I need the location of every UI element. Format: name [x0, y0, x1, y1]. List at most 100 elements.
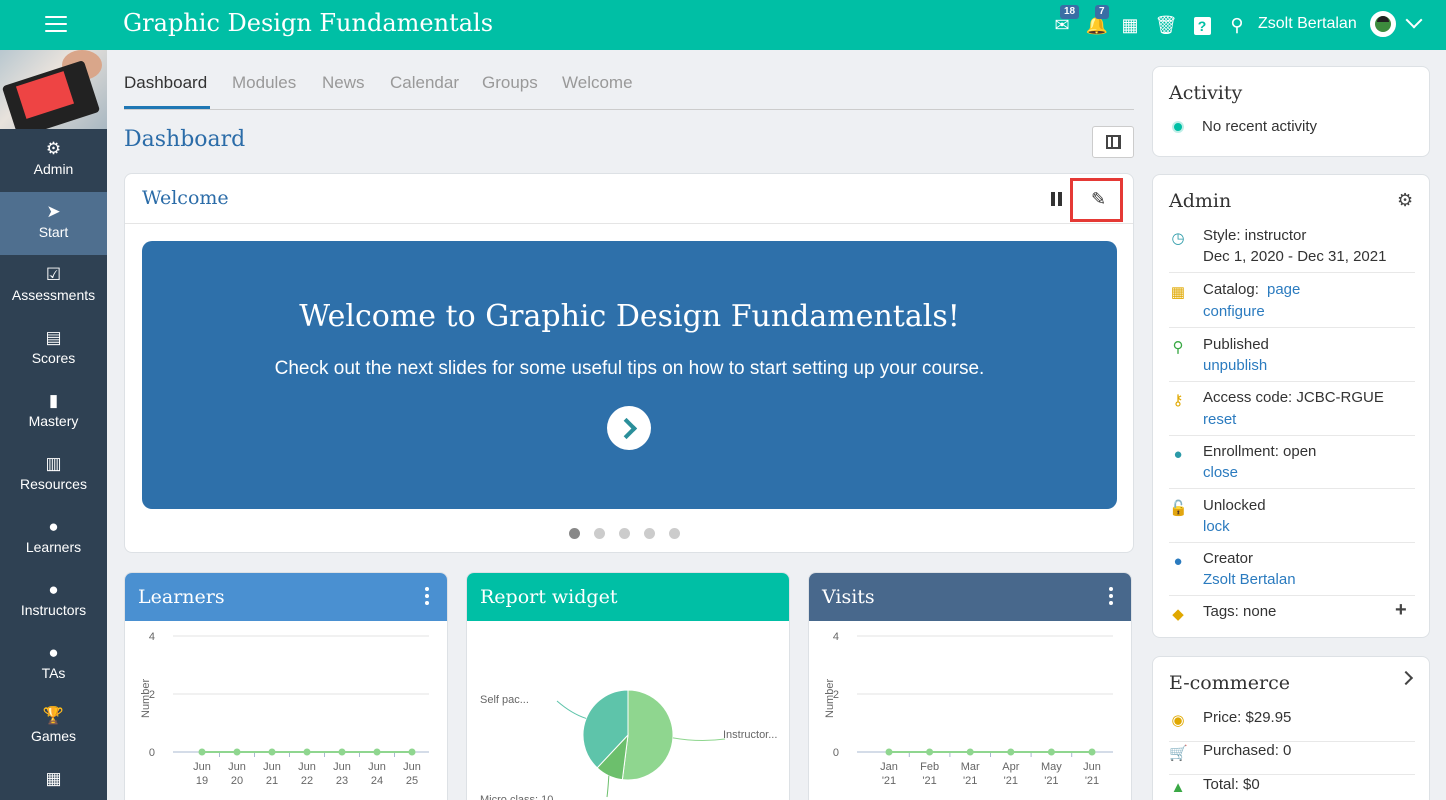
y-tick-label: 0 — [149, 747, 155, 759]
activity-text: No recent activity — [1202, 118, 1318, 135]
learners-chart: 420NumberJun19Jun20Jun21Jun22Jun23Jun24J… — [140, 631, 429, 787]
checklist-icon: ☑ — [45, 265, 62, 284]
clock-icon: ◷ — [1171, 230, 1185, 247]
pie-label: Self pac... — [480, 694, 529, 706]
sidebar-item-tas[interactable]: ● TAs — [0, 633, 107, 696]
report-widget: Report widget Instructor... Micro class: … — [466, 572, 790, 800]
next-slide-button[interactable] — [607, 406, 651, 450]
course-thumbnail[interactable] — [0, 50, 107, 129]
search-icon[interactable]: ⚲ — [1225, 13, 1249, 37]
more-options-icon[interactable] — [425, 587, 429, 607]
sidebar-item-scores[interactable]: ▤ Scores — [0, 318, 107, 381]
ecommerce-row-purchased: 🛒 Purchased: 0 — [1169, 742, 1415, 775]
sidebar-item-games[interactable]: 🏆 Games — [0, 696, 107, 759]
sidebar-item-assessments[interactable]: ☑ Assessments — [0, 255, 107, 318]
sidebar-item-label: Assessments — [11, 287, 96, 303]
x-tick-label: 22 — [301, 775, 313, 787]
sidebar-item-resources[interactable]: ▥ Resources — [0, 444, 107, 507]
books-icon: ▥ — [45, 454, 62, 473]
admin-row-access-code: ⚷ Access code: JCBC-RGUE reset — [1169, 389, 1415, 436]
chevron-right-icon[interactable] — [1398, 670, 1414, 686]
tab-news[interactable]: News — [322, 73, 365, 93]
catalog-label: Catalog: — [1203, 281, 1259, 298]
chevron-down-icon[interactable] — [1405, 11, 1423, 29]
data-point — [373, 748, 381, 756]
help-icon[interactable]: ? — [1190, 13, 1214, 37]
admin-row-lock: 🔓 Unlocked lock — [1169, 497, 1415, 543]
catalog-page-link[interactable]: page — [1267, 281, 1300, 298]
pie-label-line — [672, 737, 726, 741]
trash-icon[interactable]: 🗑 — [1154, 13, 1178, 37]
visits-widget: Visits 4 2 0 Number Jan '21 Feb '21 Mar '21 Apr '21… — [808, 572, 1132, 800]
x-tick-label: 25 — [406, 775, 418, 787]
slide-dot[interactable] — [594, 528, 605, 539]
more-options-icon[interactable] — [1109, 587, 1113, 607]
notifications-icon[interactable]: 🔔 7 — [1085, 5, 1109, 37]
layout-icon — [1106, 135, 1121, 149]
sidebar-item-admin[interactable]: ⚙ Admin — [0, 129, 107, 192]
sidebar-item-learners[interactable]: ● Learners — [0, 507, 107, 570]
pencil-icon: ✎ — [1091, 189, 1107, 209]
tag-icon: ◆ — [1172, 606, 1184, 623]
menu-icon[interactable] — [45, 16, 67, 34]
reset-link[interactable]: reset — [1203, 411, 1236, 428]
data-point — [198, 748, 206, 756]
tab-groups[interactable]: Groups — [482, 73, 538, 93]
add-tag-icon[interactable]: + — [1395, 599, 1407, 622]
total-label: Total: $0 — [1203, 776, 1260, 793]
sidebar-item-label: TAs — [41, 665, 66, 681]
gear-icon[interactable]: ⚙ — [1397, 190, 1413, 211]
x-tick-label: Jun — [368, 761, 386, 773]
pie-label: Micro class: 10 — [480, 794, 553, 800]
sidebar-item-label: Games — [30, 728, 77, 744]
calendar-icon[interactable]: ▦ — [1118, 13, 1142, 37]
layout-button[interactable] — [1092, 126, 1134, 158]
tab-welcome[interactable]: Welcome — [562, 73, 633, 93]
user-name[interactable]: Zsolt Bertalan — [1258, 15, 1357, 33]
data-point — [885, 748, 893, 756]
pause-icon[interactable] — [1051, 192, 1063, 206]
person-icon: ● — [1173, 553, 1183, 570]
creator-link[interactable]: Zsolt Bertalan — [1203, 571, 1296, 588]
unpublish-link[interactable]: unpublish — [1203, 357, 1267, 374]
catalog-configure-link[interactable]: configure — [1203, 303, 1265, 320]
activity-title: Activity — [1169, 82, 1243, 104]
sidebar-item-label: Start — [38, 224, 69, 240]
unlocked-label: Unlocked — [1203, 497, 1266, 514]
x-tick-label: Feb — [920, 761, 939, 773]
tags-label: Tags: none — [1203, 603, 1277, 620]
tab-calendar[interactable]: Calendar — [390, 73, 459, 93]
slide-dots — [569, 526, 694, 544]
close-enrollment-link[interactable]: close — [1203, 464, 1238, 481]
purchased-label: Purchased: 0 — [1203, 742, 1292, 759]
slide-dot[interactable] — [619, 528, 630, 539]
coins-icon: ◉ — [1171, 712, 1185, 729]
avatar[interactable] — [1370, 11, 1396, 37]
tab-dashboard[interactable]: Dashboard — [124, 73, 207, 93]
slide-dot[interactable] — [669, 528, 680, 539]
x-tick-label: Jan — [880, 761, 898, 773]
style-dates: Dec 1, 2020 - Dec 31, 2021 — [1203, 248, 1387, 265]
sidebar-item-label: Instructors — [20, 602, 87, 618]
messages-icon[interactable]: ✉ 18 — [1050, 5, 1080, 37]
sidebar-item-start[interactable]: ➤ Start — [0, 192, 107, 255]
report-chart: Instructor... Micro class: 10 Self pac... — [480, 689, 777, 800]
x-tick-label: Jun — [333, 761, 351, 773]
x-tick-label: 24 — [371, 775, 383, 787]
slide-dot[interactable] — [569, 528, 580, 539]
tab-modules[interactable]: Modules — [232, 73, 296, 93]
y-axis-label: Number — [140, 679, 152, 718]
x-tick-label: Jun — [193, 761, 211, 773]
lock-link[interactable]: lock — [1203, 518, 1230, 535]
edit-button[interactable]: ✎ — [1070, 178, 1123, 222]
ecommerce-title: E-commerce — [1169, 672, 1290, 694]
course-title[interactable]: Graphic Design Fundamentals — [123, 9, 493, 37]
welcome-slide: Welcome to Graphic Design Fundamentals! … — [142, 241, 1117, 509]
sidebar-item-more[interactable]: ▦ — [0, 759, 107, 800]
ta-icon: ● — [48, 643, 59, 662]
sidebar-item-instructors[interactable]: ● Instructors — [0, 570, 107, 633]
data-point — [1047, 748, 1055, 756]
slide-dot[interactable] — [644, 528, 655, 539]
group-icon: ● — [1173, 446, 1183, 463]
sidebar-item-mastery[interactable]: ▮ Mastery — [0, 381, 107, 444]
